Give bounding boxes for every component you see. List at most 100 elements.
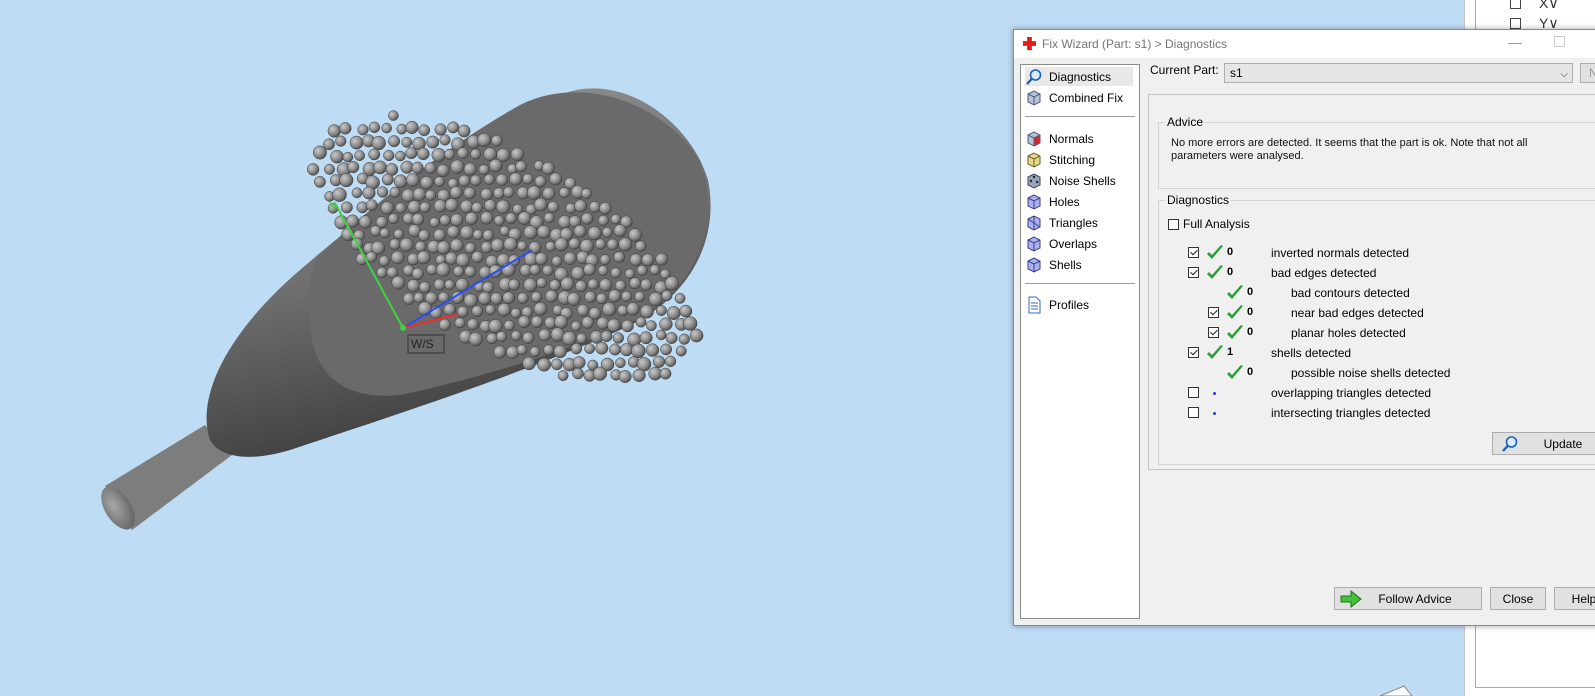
nav-item-overlaps[interactable]: Overlaps	[1025, 234, 1133, 253]
lattice-ball	[618, 370, 632, 383]
title-bar[interactable]: Fix Wizard (Part: s1) > Diagnostics —	[1014, 30, 1595, 58]
nav-label: Shells	[1049, 257, 1082, 272]
lattice-ball	[357, 124, 369, 136]
current-part-select[interactable]: s1 ⌵	[1224, 63, 1573, 83]
lattice-ball	[628, 228, 642, 242]
current-part-side-button[interactable]: N	[1580, 63, 1595, 83]
diagnostic-checkbox[interactable]	[1188, 387, 1199, 398]
lattice-ball	[388, 110, 399, 121]
diagnostic-label: overlapping triangles detected	[1271, 386, 1432, 400]
help-button[interactable]: Help	[1554, 587, 1595, 610]
lattice-ball	[433, 228, 446, 242]
lattice-ball	[599, 254, 611, 266]
red-cross-icon	[1022, 36, 1037, 51]
lattice-ball	[472, 229, 484, 241]
lattice-ball	[510, 330, 522, 341]
nav-label: Triangles	[1049, 215, 1098, 230]
full-analysis-option[interactable]: Full Analysis	[1168, 215, 1250, 233]
lattice-ball	[592, 366, 607, 381]
lattice-ball	[659, 367, 672, 380]
diagnostic-label: inverted normals detected	[1271, 246, 1410, 260]
nav-item-stitching[interactable]: Stitching	[1025, 150, 1133, 169]
diagnostic-checkbox[interactable]	[1188, 247, 1199, 258]
diagnostic-checkbox[interactable]	[1208, 327, 1219, 338]
lattice-ball	[503, 186, 515, 198]
follow-advice-label: Follow Advice	[1378, 591, 1452, 606]
diagnostic-checkbox[interactable]	[1188, 267, 1199, 278]
nav-item-diagnostics[interactable]: Diagnostics	[1025, 67, 1133, 86]
pending-dot-icon	[1213, 392, 1216, 395]
diagnostic-count: 0	[1247, 306, 1254, 318]
lattice-ball	[378, 255, 390, 267]
diagnostic-checkbox[interactable]	[1208, 307, 1219, 318]
background-row[interactable]: X∨	[1510, 0, 1559, 12]
coord-label: W/S	[411, 337, 434, 351]
nav-label: Combined Fix	[1049, 90, 1124, 105]
nav-item-holes[interactable]: Holes	[1025, 192, 1133, 211]
lattice-ball	[574, 199, 588, 213]
lattice-ball	[389, 238, 401, 250]
noise-shells-icon	[1027, 172, 1041, 189]
lattice-ball	[629, 277, 642, 290]
lattice-ball	[523, 277, 538, 293]
nav-label: Diagnostics	[1049, 69, 1112, 84]
pending-dot-icon	[1213, 412, 1216, 415]
nav-label: Holes	[1049, 194, 1080, 209]
diagnostic-checkbox[interactable]	[1188, 407, 1199, 418]
lattice-ball	[661, 290, 673, 302]
background-checkbox[interactable]	[1510, 17, 1521, 29]
lattice-ball	[635, 240, 647, 252]
lattice-ball	[679, 304, 693, 318]
check-ok-icon	[1227, 325, 1243, 339]
lattice-ball	[515, 160, 527, 173]
update-label: Update	[1543, 436, 1583, 451]
lattice-ball	[543, 212, 555, 224]
lattice-ball	[549, 172, 563, 186]
lattice-ball	[330, 149, 344, 164]
lattice-ball	[495, 330, 508, 343]
lattice-ball	[419, 201, 431, 213]
maximize-icon[interactable]	[1554, 36, 1565, 47]
lattice-ball	[463, 293, 478, 308]
nav-item-noise-shells[interactable]: Noise Shells	[1025, 171, 1133, 190]
lattice-ball	[497, 302, 512, 317]
lattice-ball	[463, 162, 477, 176]
lattice-ball	[545, 241, 556, 252]
lattice-ball	[314, 176, 326, 188]
diagnostic-label: near bad edges detected	[1291, 306, 1424, 320]
lattice-ball	[517, 211, 532, 225]
lattice-ball	[417, 147, 430, 161]
lattice-ball	[401, 136, 413, 148]
follow-advice-button[interactable]: Follow Advice	[1334, 587, 1482, 610]
lattice-ball	[649, 264, 661, 276]
lattice-ball	[365, 251, 378, 263]
lattice-ball	[434, 176, 445, 187]
nav-item-triangles[interactable]: Triangles	[1025, 213, 1133, 232]
minimize-icon[interactable]: —	[1508, 34, 1522, 50]
lattice-ball	[431, 147, 446, 163]
close-button[interactable]: Close	[1490, 587, 1546, 610]
diagnostics-legend: Diagnostics	[1165, 193, 1232, 207]
diagnostic-checkbox[interactable]	[1188, 347, 1199, 358]
advice-text: No more errors are detected. It seems th…	[1171, 137, 1528, 162]
lattice-ball	[563, 251, 577, 265]
lattice-ball	[388, 213, 400, 225]
background-checkbox[interactable]	[1510, 0, 1521, 9]
lattice-ball	[572, 367, 584, 380]
nav-item-normals[interactable]: Normals	[1025, 129, 1133, 148]
nav-item-shells[interactable]: Shells	[1025, 255, 1133, 274]
axis-origin	[400, 325, 406, 331]
nav-item-combined-fix[interactable]: Combined Fix	[1025, 88, 1133, 107]
lattice-ball	[435, 262, 451, 277]
lattice-ball	[530, 291, 543, 303]
diagnostics-group: Diagnostics Full Analysis 0 inverted norm…	[1158, 193, 1595, 465]
nav-item-profiles[interactable]: Profiles	[1025, 295, 1133, 314]
lattice-ball	[516, 240, 528, 252]
lattice-ball	[424, 162, 437, 174]
update-button[interactable]: Update	[1492, 432, 1595, 455]
full-analysis-checkbox[interactable]	[1168, 218, 1179, 230]
lattice-ball	[436, 240, 451, 255]
lattice-ball	[576, 304, 590, 317]
lattice-ball	[576, 332, 588, 344]
lattice-ball	[632, 368, 646, 382]
